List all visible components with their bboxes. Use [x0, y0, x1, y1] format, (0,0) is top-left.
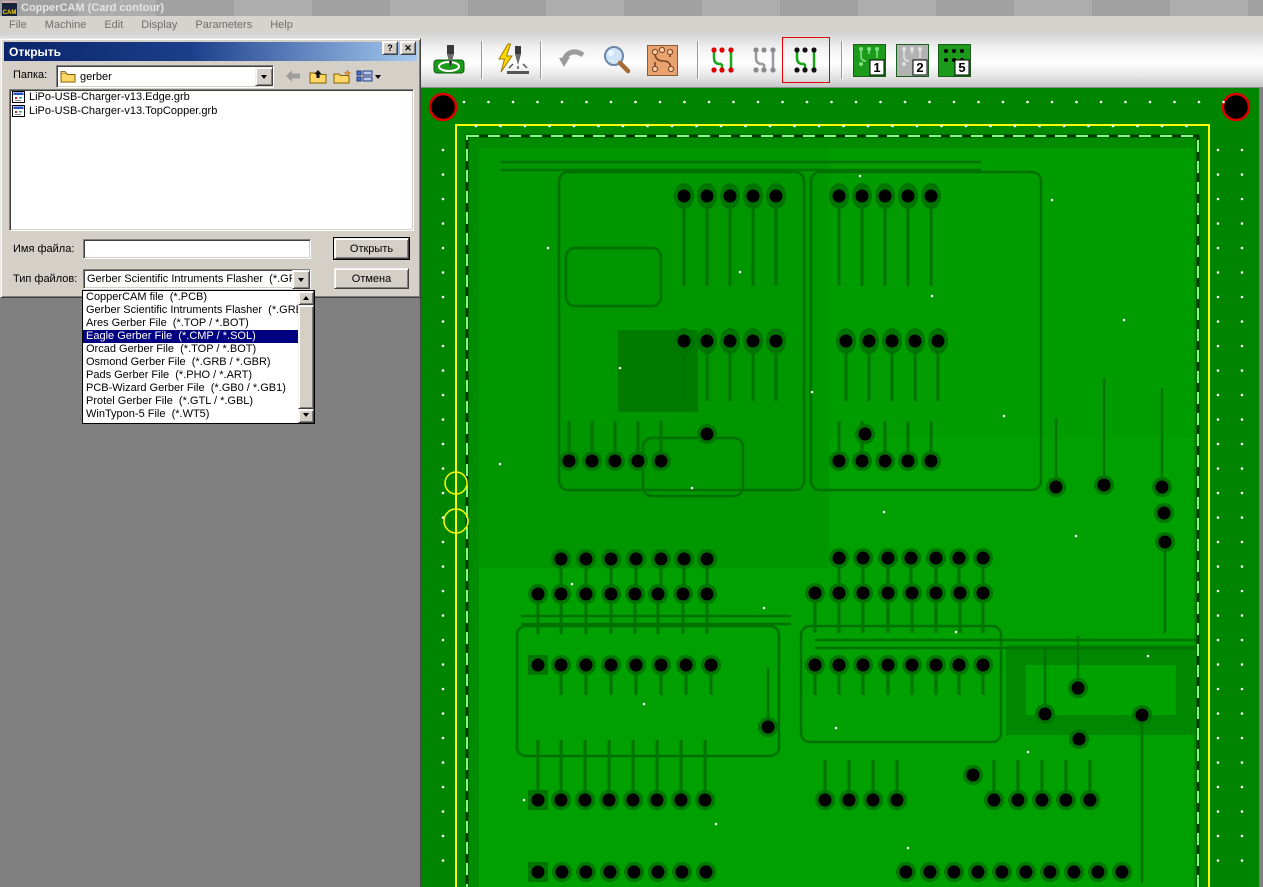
toolbar-separator [841, 41, 843, 79]
new-folder-icon [333, 69, 352, 84]
folder-up-icon [309, 69, 327, 84]
menu-item-machine[interactable]: Machine [36, 18, 96, 32]
svg-text:1: 1 [873, 60, 880, 75]
back-arrow-icon [285, 69, 301, 83]
folder-combobox-value: gerber [80, 71, 112, 83]
pcb-canvas[interactable] [420, 88, 1259, 887]
layer-2-button[interactable]: 2 [894, 39, 930, 81]
filetype-option[interactable]: Pads Gerber File (*.PHO / *.ART) [83, 369, 298, 382]
folder-label: Папка: [13, 69, 47, 81]
pcb-board-svg [421, 88, 1259, 887]
copper-board-icon [647, 45, 678, 76]
tracks-pads-red-icon [708, 45, 738, 75]
filetype-options: CopperCAM file (*.PCB)Gerber Scientific … [83, 291, 298, 423]
gerber-file-icon [12, 105, 25, 117]
window-title: CopperCAM (Card contour) [21, 2, 164, 14]
filetype-dropdown-list: CopperCAM file (*.PCB)Gerber Scientific … [82, 290, 315, 424]
scroll-up-button[interactable] [298, 291, 314, 305]
filetype-option[interactable]: CopperCAM file (*.PCB) [83, 291, 298, 304]
open-button[interactable]: Открыть [334, 238, 409, 259]
layer-1-icon: 1 [853, 44, 886, 77]
dialog-titlebar[interactable]: Открыть [4, 42, 417, 61]
dialog-close-button[interactable]: ✕ [400, 41, 416, 55]
copper-board-button[interactable] [640, 39, 684, 81]
folder-icon [60, 70, 76, 83]
zoom-icon [600, 44, 632, 76]
engrave-spark-button[interactable] [490, 39, 534, 81]
tracks-pads-gray-icon [750, 45, 780, 75]
window-titlebar[interactable]: CAM CopperCAM (Card contour) [0, 0, 1263, 16]
new-folder-button[interactable] [331, 66, 353, 86]
up-one-level-button[interactable] [307, 66, 329, 86]
scroll-thumb[interactable] [298, 305, 314, 409]
dialog-help-button[interactable]: ? [382, 41, 398, 55]
svg-text:5: 5 [958, 60, 965, 75]
toolbar-separator [697, 41, 699, 79]
filetype-option[interactable]: Ares Gerber File (*.TOP / *.BOT) [83, 317, 298, 330]
undo-button[interactable] [551, 39, 595, 81]
zoom-button[interactable] [594, 39, 638, 81]
menu-item-display[interactable]: Display [132, 18, 186, 32]
filetype-option[interactable]: Osmond Gerber File (*.GRB / *.GBR) [83, 356, 298, 369]
filetype-combobox-arrow[interactable] [292, 270, 310, 289]
tracks-pads-selected-button[interactable] [784, 39, 828, 81]
file-list[interactable]: LiPo-USB-Charger-v13.Edge.grb LiPo-USB-Ch… [9, 89, 414, 231]
view-menu-icon [356, 69, 373, 83]
svg-text:2: 2 [916, 60, 923, 75]
open-file-dialog: Открыть ? ✕ Папка: gerber [0, 38, 421, 298]
folder-combobox[interactable]: gerber [56, 65, 274, 88]
layer-2-icon: 2 [896, 44, 929, 77]
menu-item-edit[interactable]: Edit [95, 18, 132, 32]
toolbar-separator [481, 41, 483, 79]
filetype-option[interactable]: Gerber Scientific Intruments Flasher (*.… [83, 304, 298, 317]
filetype-combobox-value: Gerber Scientific Intruments Flasher (*.… [84, 273, 292, 285]
mill-contour-button[interactable] [428, 39, 472, 81]
toolbar-separator [540, 41, 542, 79]
dropdown-scrollbar[interactable] [298, 291, 314, 423]
filetype-option[interactable]: Protel Gerber File (*.GTL / *.GBL) [83, 395, 298, 408]
layer-5-drills-icon: 5 [938, 44, 971, 77]
view-menu-button[interactable] [354, 66, 382, 86]
tracks-pads-gray-button[interactable] [743, 39, 787, 81]
app-icon: CAM [2, 1, 17, 16]
menu-item-file[interactable]: File [0, 18, 36, 32]
cancel-button[interactable]: Отмена [334, 268, 409, 289]
scroll-down-button[interactable] [298, 409, 314, 423]
filetype-option[interactable]: Orcad Gerber File (*.TOP / *.BOT) [83, 343, 298, 356]
filetype-label: Тип файлов: [13, 273, 77, 285]
file-list-item[interactable]: LiPo-USB-Charger-v13.Edge.grb [10, 90, 413, 104]
filetype-option[interactable]: WinTypon-5 File (*.WT5) [83, 408, 298, 421]
filename-input[interactable] [83, 239, 311, 259]
tracks-pads-selected-icon [791, 45, 821, 75]
menu-bar: FileMachineEditDisplayParametersHelp [0, 16, 1263, 33]
gerber-file-icon [12, 91, 25, 103]
undo-icon [557, 46, 589, 74]
view-menu-caret [375, 75, 381, 82]
layer-5-drills-button[interactable]: 5 [936, 39, 972, 81]
mill-contour-icon [433, 43, 467, 77]
file-name: LiPo-USB-Charger-v13.Edge.grb [29, 91, 190, 103]
dialog-title: Открыть [9, 45, 61, 59]
coppercam-window: CAM CopperCAM (Card contour) FileMachine… [0, 0, 1263, 887]
menu-item-help[interactable]: Help [261, 18, 302, 32]
filetype-combobox[interactable]: Gerber Scientific Intruments Flasher (*.… [83, 269, 311, 289]
back-button[interactable] [282, 66, 304, 86]
file-name: LiPo-USB-Charger-v13.TopCopper.grb [29, 105, 217, 117]
tracks-pads-red-button[interactable] [701, 39, 745, 81]
layer-1-button[interactable]: 1 [851, 39, 887, 81]
menu-item-parameters[interactable]: Parameters [186, 18, 261, 32]
filename-label: Имя файла: [13, 243, 74, 255]
file-list-item[interactable]: LiPo-USB-Charger-v13.TopCopper.grb [10, 104, 413, 118]
filetype-option[interactable]: Eagle Gerber File (*.CMP / *.SOL) [83, 330, 298, 343]
filetype-option[interactable]: PCB-Wizard Gerber File (*.GB0 / *.GB1) [83, 382, 298, 395]
folder-combobox-arrow[interactable] [255, 67, 273, 86]
engrave-spark-icon [495, 43, 529, 77]
